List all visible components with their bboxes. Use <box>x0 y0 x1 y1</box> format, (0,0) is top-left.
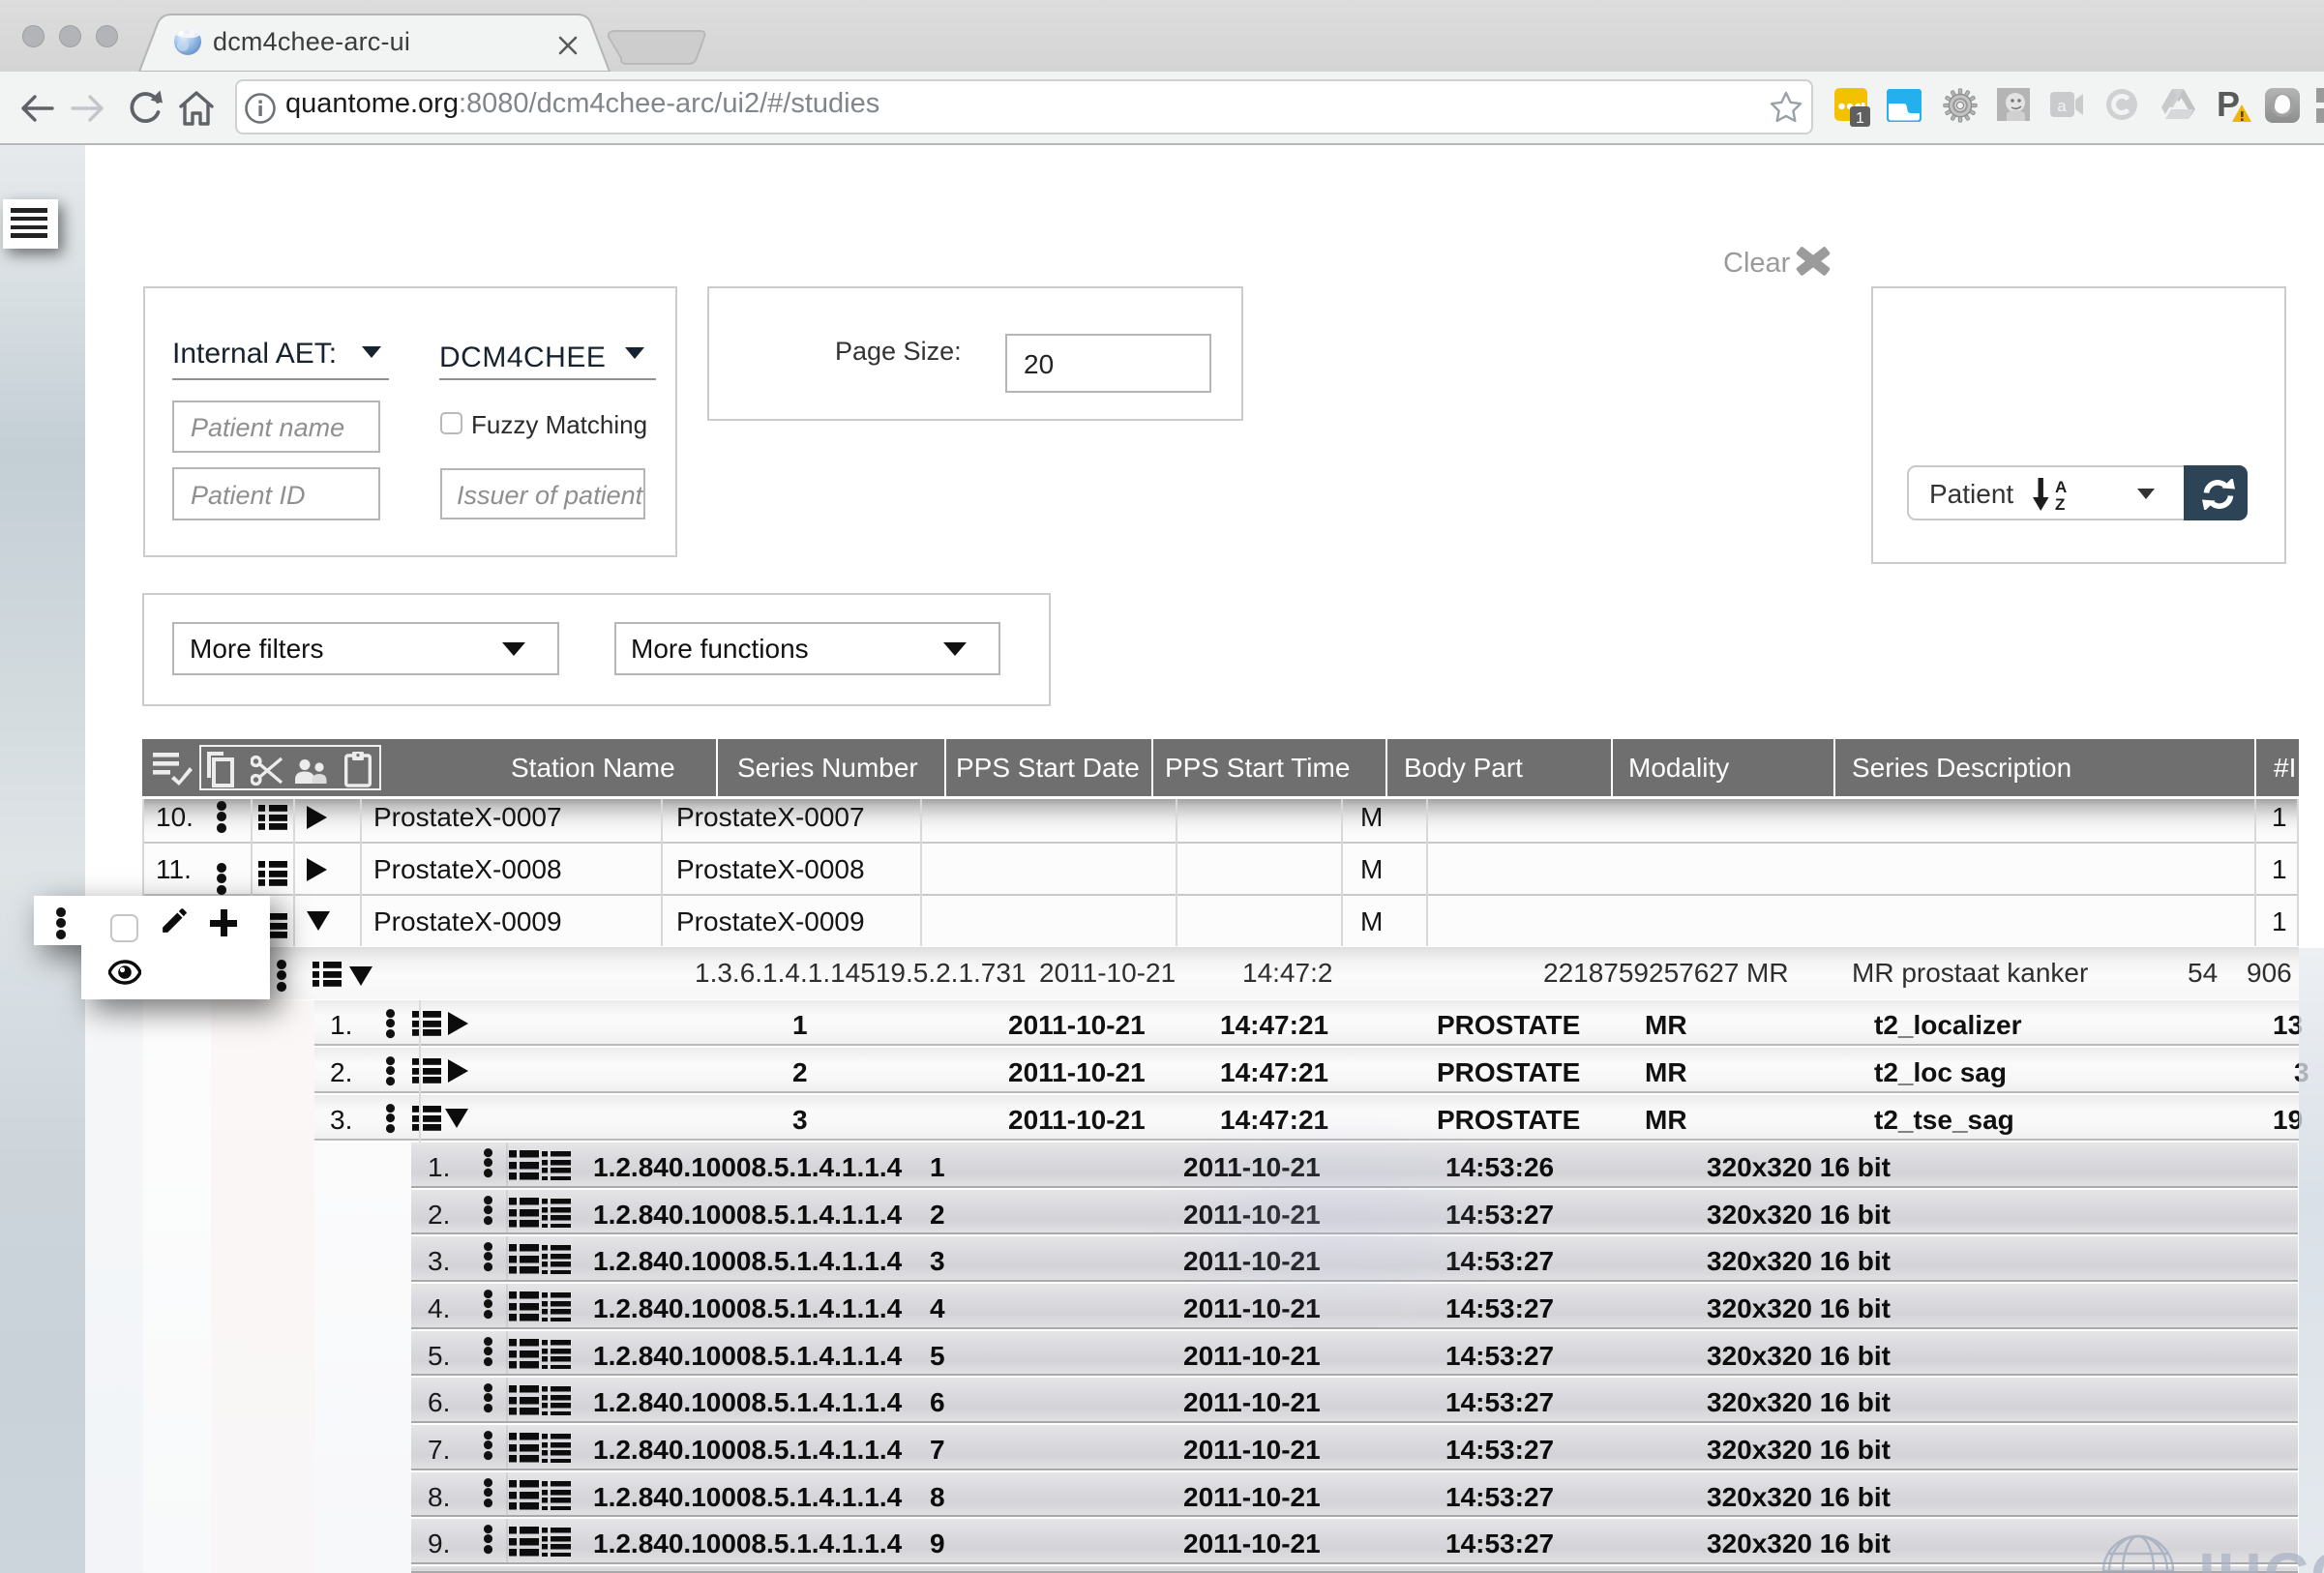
svg-text:A: A <box>2055 478 2067 496</box>
svg-text:Z: Z <box>2055 495 2065 511</box>
svg-text:1: 1 <box>1856 110 1864 127</box>
svg-text:a: a <box>2057 97 2067 115</box>
svg-text:IHCO: IHCO <box>2198 1540 2324 1573</box>
